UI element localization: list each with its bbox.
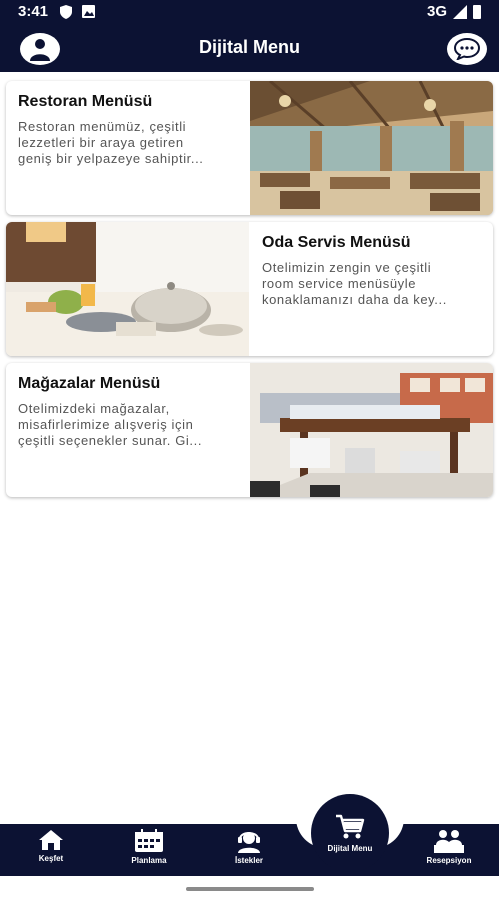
nav-label: İstekler: [234, 856, 264, 865]
bottom-nav: Keşfet Planlama İstekler Resepsiyon: [0, 824, 499, 876]
support-agent-icon: [238, 832, 260, 853]
card-text: Restoran Menüsü Restoran menümüz, çeşitl…: [6, 81, 232, 215]
signal-icon: [453, 4, 467, 19]
cart-icon: [336, 814, 365, 838]
nav-item-istekler[interactable]: İstekler: [214, 824, 284, 876]
nav-item-resepsiyon[interactable]: Resepsiyon: [414, 824, 484, 876]
chat-bubble-icon: [454, 38, 480, 60]
card-title: Oda Servis Menüsü: [262, 234, 411, 251]
network-type: 3G: [426, 3, 447, 20]
card-description: Restoran menümüz, çeşitli lezzetleri bir…: [18, 119, 204, 166]
battery-icon: [473, 4, 481, 19]
calendar-icon: [135, 829, 163, 852]
nav-label-active: Dijital Menu: [327, 843, 373, 853]
nav-item-kesfet[interactable]: Keşfet: [16, 824, 86, 876]
status-time: 3:41: [18, 3, 49, 20]
card-description: Otelimizdeki mağazalar, misafirlerimize …: [18, 401, 203, 448]
house-icon: [39, 830, 63, 850]
card-description: Otelimizin zengin ve çeşitli room servic…: [262, 260, 447, 307]
card-magazalar-menu[interactable]: Mağazalar Menüsü Otelimizdeki mağazalar,…: [6, 363, 493, 497]
room-service-image: [6, 222, 249, 356]
card-title: Mağazalar Menüsü: [18, 375, 161, 392]
shield-icon: [60, 5, 72, 19]
card-title: Restoran Menüsü: [18, 93, 153, 110]
chat-button[interactable]: [447, 33, 487, 65]
card-oda-servis-menu[interactable]: Oda Servis Menüsü Otelimizin zengin ve ç…: [6, 222, 493, 356]
page-title: Dijital Menu: [198, 37, 300, 57]
home-gesture-bar[interactable]: [186, 887, 314, 891]
restaurant-image: [250, 81, 493, 215]
store-image: [250, 363, 493, 497]
nav-item-planlama[interactable]: Planlama: [114, 824, 184, 876]
card-text: Oda Servis Menüsü Otelimizin zengin ve ç…: [250, 222, 476, 356]
nav-label: Resepsiyon: [426, 856, 472, 865]
nav-label: Planlama: [131, 856, 167, 865]
reception-icon: [434, 830, 464, 853]
card-text: Mağazalar Menüsü Otelimizdeki mağazalar,…: [6, 363, 232, 497]
app-bar: Dijital Menu: [0, 24, 499, 72]
nav-item-dijital-menu[interactable]: Dijital Menu: [311, 794, 389, 872]
nav-label: Keşfet: [38, 854, 64, 863]
status-bar: 3:41 3G: [0, 0, 499, 24]
menu-list: Restoran Menüsü Restoran menümüz, çeşitl…: [0, 72, 499, 824]
image-notification-icon: [82, 5, 95, 18]
card-restoran-menu[interactable]: Restoran Menüsü Restoran menümüz, çeşitl…: [6, 81, 493, 215]
